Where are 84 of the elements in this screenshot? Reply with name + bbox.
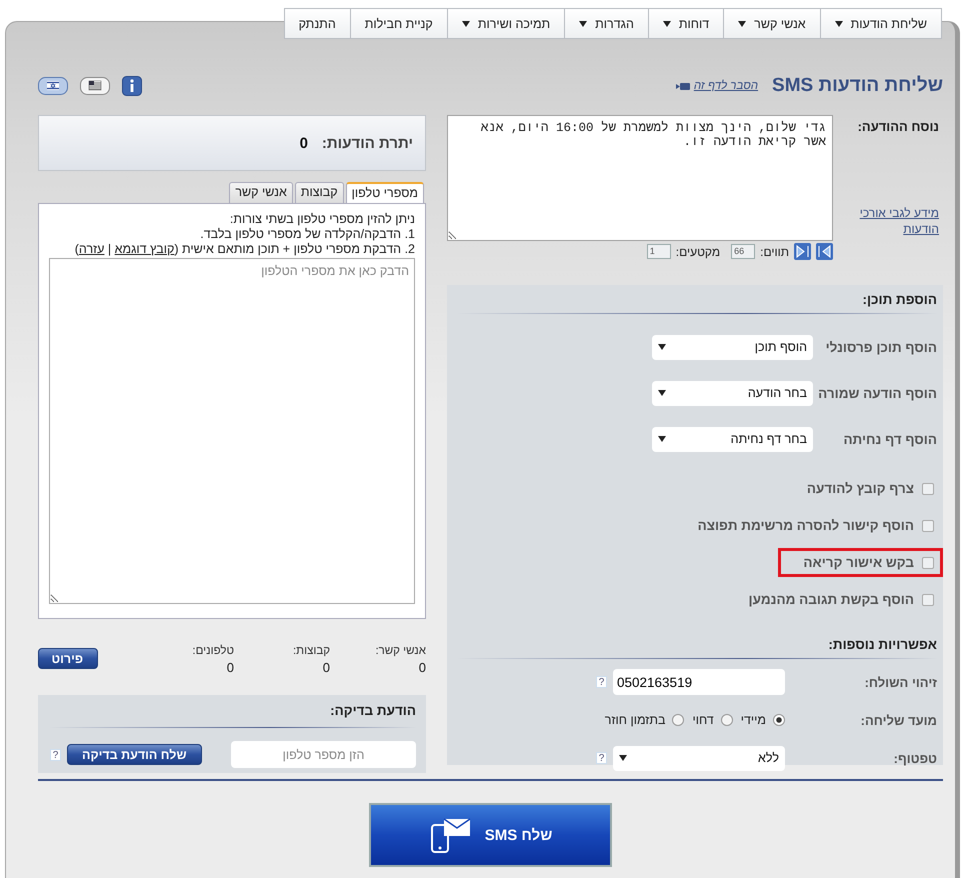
details-button[interactable]: פירוט bbox=[38, 648, 98, 669]
caret-icon bbox=[462, 20, 470, 26]
send-sms-button[interactable]: שלח SMS bbox=[369, 803, 612, 867]
nav-menu-item[interactable]: התנתק bbox=[284, 8, 351, 39]
caret-icon bbox=[738, 20, 746, 26]
caret-icon bbox=[619, 755, 627, 761]
count-label: אנשי קשר: bbox=[374, 645, 426, 657]
nav-menu-item[interactable]: שליחת הודעות bbox=[820, 8, 942, 39]
text-link[interactable]: עזרה bbox=[78, 242, 104, 256]
balance-value: 0 bbox=[300, 134, 308, 152]
help-icon[interactable]: ? bbox=[50, 748, 61, 760]
info-icon[interactable] bbox=[122, 76, 142, 96]
nav-menu-item[interactable]: הגדרות bbox=[565, 8, 649, 39]
section-title: הודעת בדיקה: bbox=[50, 703, 416, 728]
checkbox-label: הוסף בקשת תגובה מהנמען bbox=[748, 592, 914, 607]
select-label: הוסף הודעה שמורה bbox=[817, 386, 937, 400]
phone-numbers-field[interactable]: הדבק כאן את מספרי הטלפון bbox=[49, 258, 415, 604]
field-label: טפטוף: bbox=[892, 750, 937, 766]
checkbox[interactable] bbox=[922, 594, 934, 606]
select-label: הוסף דף נחיתה bbox=[842, 432, 937, 446]
instruction-text: 2. הדבקת מספרי טלפון + תוכן מותאם אישית (קובץ דוגמא | עזרה) bbox=[74, 242, 415, 257]
nav-menu-item[interactable]: קניית חבילות bbox=[350, 8, 448, 39]
send-test-button[interactable]: שלח הודעת בדיקה bbox=[67, 744, 202, 765]
radio-button[interactable] bbox=[672, 714, 684, 726]
help-icon[interactable]: ? bbox=[596, 676, 607, 688]
nav-menu-item[interactable]: תמיכה ושירות bbox=[448, 8, 566, 39]
section-title: אפשרויות נוספות: bbox=[457, 636, 937, 659]
count-value: 0 bbox=[418, 660, 426, 675]
field-label: מועד שליחה: bbox=[860, 712, 937, 728]
tab[interactable]: אנשי קשר bbox=[229, 182, 293, 203]
select-label: הוסף תוכן פרסונלי bbox=[824, 340, 937, 354]
nav-menu-item[interactable]: אנשי קשר bbox=[724, 8, 821, 39]
checkbox[interactable] bbox=[922, 482, 934, 494]
phone-envelope-icon bbox=[428, 817, 473, 853]
radio-button[interactable] bbox=[773, 714, 785, 726]
message-field[interactable]: גדי שלום, הינך מצוות למשמרת של 16:00 היום, אנא אשר קריאת הודעה זו. bbox=[447, 115, 833, 241]
ltr-direction-icon[interactable] bbox=[794, 243, 811, 260]
caret-icon bbox=[662, 20, 671, 26]
count-label: קבוצות: bbox=[292, 645, 330, 657]
checkbox-label: צרף קובץ להודעה bbox=[806, 481, 914, 496]
radio-label: בתזמון חוזר bbox=[604, 713, 666, 727]
radio-button[interactable] bbox=[720, 714, 733, 726]
checkbox-label: הוסף קישור להסרה מרשימת תפוצה bbox=[698, 518, 914, 533]
flag-icon[interactable] bbox=[38, 77, 68, 95]
field-label: זיהוי השולח: bbox=[864, 674, 937, 690]
text-link[interactable]: קובץ דוגמא bbox=[114, 242, 174, 256]
dropdown-select[interactable]: ללא bbox=[613, 746, 785, 770]
dropdown-select[interactable]: בחר הודעה bbox=[652, 380, 813, 406]
tab[interactable]: מספרי טלפון bbox=[346, 182, 424, 203]
segments-label: מקטעים: bbox=[676, 244, 720, 258]
caret-icon bbox=[834, 20, 843, 26]
radio-label: מיידי bbox=[740, 713, 766, 727]
caret-icon bbox=[658, 344, 666, 350]
tab[interactable]: קבוצות bbox=[294, 182, 344, 203]
instruction-text: ניתן להזין מספרי טלפון בשתי צורות: bbox=[228, 212, 415, 227]
flag-icon[interactable] bbox=[80, 77, 110, 95]
section-title: הוספת תוכן: bbox=[457, 291, 937, 314]
dropdown-select[interactable]: בחר דף נחיתה bbox=[652, 426, 813, 452]
dropdown-select[interactable]: הוסף תוכן bbox=[652, 334, 813, 360]
characters-label: תווים: bbox=[760, 244, 789, 258]
instruction-text: 1. הדבקה/הקלדה של מספרי טלפון בלבד. bbox=[199, 227, 415, 242]
page-title: שליחת הודעות SMS bbox=[772, 75, 943, 97]
checkbox[interactable] bbox=[922, 520, 934, 532]
count-value: 0 bbox=[226, 660, 234, 675]
count-value: 0 bbox=[322, 660, 330, 675]
characters-count: 66 bbox=[731, 244, 756, 259]
video-camera-icon bbox=[676, 82, 690, 90]
help-link[interactable]: הסבר לדף זה bbox=[676, 80, 758, 92]
count-label: טלפונים: bbox=[191, 645, 234, 657]
message-length-link[interactable]: מידע לגבי אורכי הודעות bbox=[859, 205, 939, 237]
checkbox-label: בקש אישור קריאה bbox=[803, 555, 914, 570]
message-label: נוסח ההודעה: bbox=[856, 119, 939, 134]
segments-count: 1 bbox=[646, 244, 671, 259]
checkbox[interactable] bbox=[922, 556, 934, 568]
phone-number-field[interactable]: הזן מספר טלפון bbox=[231, 741, 416, 768]
caret-icon bbox=[658, 390, 666, 396]
caret-icon bbox=[579, 20, 588, 26]
rtl-direction-icon[interactable] bbox=[816, 243, 833, 260]
help-icon[interactable]: ? bbox=[596, 752, 607, 764]
radio-label: דחוי bbox=[692, 713, 714, 727]
nav-menu-item[interactable]: דוחות bbox=[648, 8, 724, 39]
balance-label: יתרת הודעות: bbox=[322, 134, 413, 152]
caret-icon bbox=[658, 436, 666, 442]
sender-id-field[interactable]: 0502163519 bbox=[613, 669, 785, 695]
